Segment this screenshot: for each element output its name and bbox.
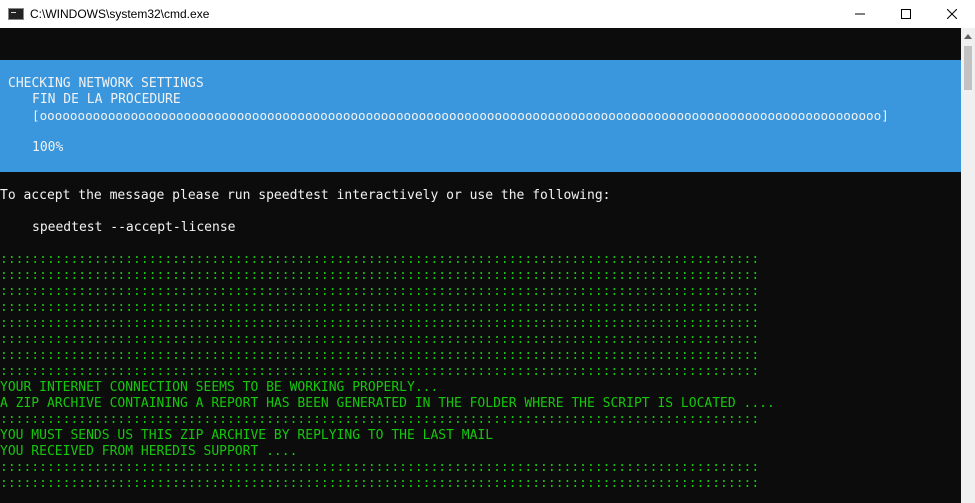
close-button[interactable]: [929, 0, 975, 28]
accept-message: To accept the message please run speedte…: [0, 188, 611, 203]
window-title: C:\WINDOWS\system32\cmd.exe: [30, 7, 210, 21]
separator-line: ::::::::::::::::::::::::::::::::::::::::…: [0, 300, 760, 315]
separator-line: ::::::::::::::::::::::::::::::::::::::::…: [0, 364, 760, 379]
message-send-zip: YOU MUST SENDS US THIS ZIP ARCHIVE BY RE…: [0, 428, 494, 443]
scroll-up-button[interactable]: [961, 28, 975, 44]
progress-bar-text: [ooooooooooooooooooooooooooooooooooooooo…: [32, 108, 889, 123]
banner-heading: CHECKING NETWORK SETTINGS: [8, 76, 204, 91]
cmd-app-icon[interactable]: [8, 8, 24, 20]
separator-line: ::::::::::::::::::::::::::::::::::::::::…: [0, 284, 760, 299]
separator-line: ::::::::::::::::::::::::::::::::::::::::…: [0, 460, 760, 475]
close-icon: [947, 9, 957, 19]
message-zip-generated: A ZIP ARCHIVE CONTAINING A REPORT HAS BE…: [0, 396, 775, 411]
progress-percent: 100%: [32, 140, 64, 155]
vertical-scrollbar[interactable]: [961, 28, 975, 503]
minimize-icon: [855, 13, 865, 15]
separator-line: ::::::::::::::::::::::::::::::::::::::::…: [0, 348, 760, 363]
separator-line: ::::::::::::::::::::::::::::::::::::::::…: [0, 252, 760, 267]
separator-line: ::::::::::::::::::::::::::::::::::::::::…: [0, 316, 760, 331]
accept-command: speedtest --accept-license: [32, 220, 236, 235]
separator-line: ::::::::::::::::::::::::::::::::::::::::…: [0, 412, 760, 427]
separator-line: ::::::::::::::::::::::::::::::::::::::::…: [0, 476, 760, 491]
banner-subheading: FIN DE LA PROCEDURE: [32, 92, 181, 107]
console-output[interactable]: CHECKING NETWORK SETTINGS FIN DE LA PROC…: [0, 28, 961, 503]
title-bar[interactable]: C:\WINDOWS\system32\cmd.exe: [0, 0, 975, 28]
maximize-icon: [901, 9, 911, 19]
minimize-button[interactable]: [837, 0, 883, 28]
message-connection-ok: YOUR INTERNET CONNECTION SEEMS TO BE WOR…: [0, 380, 439, 395]
chevron-up-icon: [964, 33, 972, 39]
separator-line: ::::::::::::::::::::::::::::::::::::::::…: [0, 332, 760, 347]
maximize-button[interactable]: [883, 0, 929, 28]
scrollbar-thumb[interactable]: [964, 46, 972, 90]
message-support: YOU RECEIVED FROM HEREDIS SUPPORT ....: [0, 444, 298, 459]
separator-line: ::::::::::::::::::::::::::::::::::::::::…: [0, 268, 760, 283]
